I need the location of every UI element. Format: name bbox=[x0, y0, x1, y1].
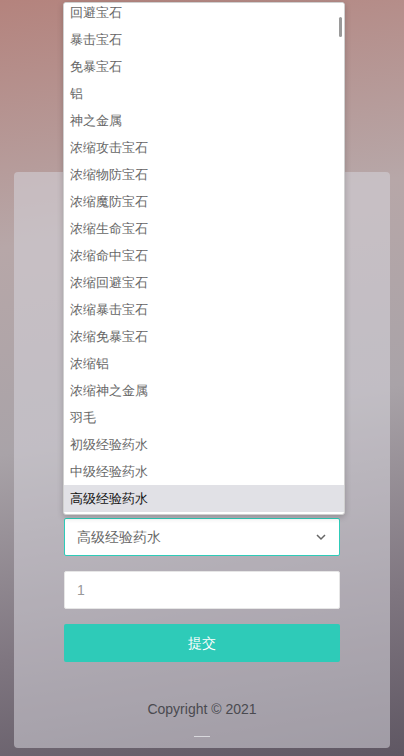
dropdown-option[interactable]: 浓缩命中宝石 bbox=[64, 242, 344, 269]
dropdown-option[interactable]: 中级经验药水 bbox=[64, 458, 344, 485]
footer-line bbox=[194, 736, 210, 737]
dropdown-option[interactable]: 浓缩攻击宝石 bbox=[64, 134, 344, 161]
dropdown-option[interactable]: 免暴宝石 bbox=[64, 53, 344, 80]
dropdown-option[interactable]: 高级经验药水 bbox=[64, 485, 344, 512]
submit-button[interactable]: 提交 bbox=[64, 624, 340, 662]
select-value: 高级经验药水 bbox=[77, 527, 161, 548]
dropdown-option[interactable]: 浓缩神之金属 bbox=[64, 377, 344, 404]
dropdown-option[interactable]: 浓缩物防宝石 bbox=[64, 161, 344, 188]
scrollbar-thumb[interactable] bbox=[339, 17, 342, 37]
dropdown-option[interactable]: 浓缩暴击宝石 bbox=[64, 296, 344, 323]
dropdown-option[interactable]: 回避宝石 bbox=[64, 2, 344, 26]
dropdown-list[interactable]: 回避宝石暴击宝石免暴宝石铝神之金属浓缩攻击宝石浓缩物防宝石浓缩魔防宝石浓缩生命宝… bbox=[63, 2, 345, 515]
dropdown-option[interactable]: 羽毛 bbox=[64, 404, 344, 431]
item-select[interactable]: 高级经验药水 bbox=[64, 518, 340, 556]
copyright: Copyright © 2021 bbox=[64, 699, 340, 720]
dropdown-option[interactable]: 浓缩铝 bbox=[64, 350, 344, 377]
dropdown-option[interactable]: 初级经验药水 bbox=[64, 431, 344, 458]
dropdown-option[interactable]: 神之金属 bbox=[64, 107, 344, 134]
dropdown-option[interactable]: 浓缩回避宝石 bbox=[64, 269, 344, 296]
dropdown-option[interactable]: 浓缩生命宝石 bbox=[64, 215, 344, 242]
dropdown-option[interactable]: 浓缩免暴宝石 bbox=[64, 323, 344, 350]
dropdown-option[interactable]: 暴击宝石 bbox=[64, 26, 344, 53]
dropdown-option[interactable]: 铝 bbox=[64, 80, 344, 107]
dropdown-option[interactable]: 浓缩魔防宝石 bbox=[64, 188, 344, 215]
chevron-down-icon bbox=[315, 531, 327, 543]
quantity-input[interactable]: 1 bbox=[64, 571, 340, 609]
page: 高级经验药水 1 提交 Copyright © 2021 回避宝石暴击宝石免暴宝石铝神之… bbox=[0, 0, 404, 756]
